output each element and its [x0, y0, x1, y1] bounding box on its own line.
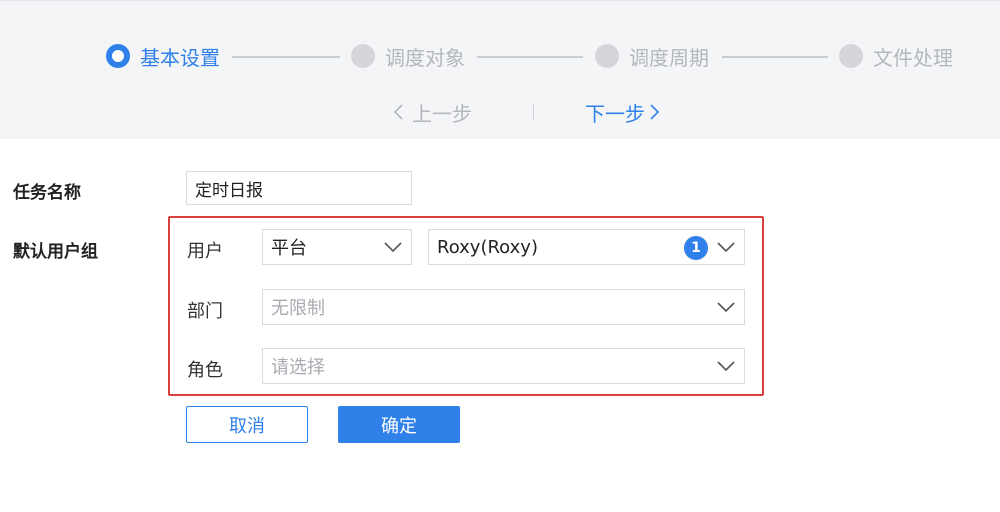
step-label: 调度周期: [629, 45, 709, 70]
role-select[interactable]: 请选择: [262, 348, 745, 384]
user-label: 用户: [187, 241, 223, 262]
step-schedule-period[interactable]: 调度周期: [595, 41, 709, 71]
step-label: 基本设置: [140, 45, 220, 70]
task-name-input[interactable]: 定时日报: [186, 171, 412, 205]
step-dot-icon: [351, 44, 375, 68]
user-value: Roxy(Roxy): [437, 236, 538, 258]
task-name-value: 定时日报: [195, 180, 263, 201]
user-select[interactable]: Roxy(Roxy) 1: [428, 229, 745, 265]
confirm-button[interactable]: 确定: [338, 406, 460, 443]
step-dot-icon: [595, 44, 619, 68]
step-connector: [722, 56, 828, 58]
default-user-group-label: 默认用户组: [13, 242, 98, 262]
department-value: 无限制: [271, 298, 325, 319]
user-type-select[interactable]: 平台: [262, 229, 412, 265]
step-label: 文件处理: [873, 45, 953, 70]
chevron-right-icon: [645, 96, 667, 128]
chevron-down-icon: [716, 358, 736, 374]
role-label: 角色: [187, 360, 223, 381]
step-file-processing[interactable]: 文件处理: [839, 41, 953, 71]
step-connector: [232, 56, 340, 58]
next-step-button[interactable]: 下一步: [585, 96, 667, 128]
chevron-left-icon: [390, 96, 412, 128]
chevron-down-icon: [383, 239, 403, 255]
step-label: 调度对象: [385, 45, 465, 70]
step-schedule-object[interactable]: 调度对象: [351, 41, 465, 71]
cancel-button[interactable]: 取消: [186, 406, 308, 443]
nav-divider: [533, 104, 534, 120]
prev-step-button[interactable]: 上一步: [390, 96, 472, 128]
step-active-dot-icon: [106, 44, 130, 68]
role-placeholder: 请选择: [271, 357, 325, 378]
department-select[interactable]: 无限制: [262, 289, 745, 325]
step-connector: [477, 56, 583, 58]
step-dot-icon: [839, 44, 863, 68]
chevron-down-icon: [716, 299, 736, 315]
chevron-down-icon: [716, 239, 736, 255]
prev-step-label: 上一步: [412, 101, 472, 126]
department-label: 部门: [187, 301, 223, 322]
step-basic-settings[interactable]: 基本设置: [106, 41, 220, 71]
user-type-value: 平台: [271, 238, 307, 259]
next-step-label: 下一步: [585, 101, 645, 126]
user-count-badge: 1: [684, 236, 708, 260]
task-name-label: 任务名称: [13, 183, 81, 203]
